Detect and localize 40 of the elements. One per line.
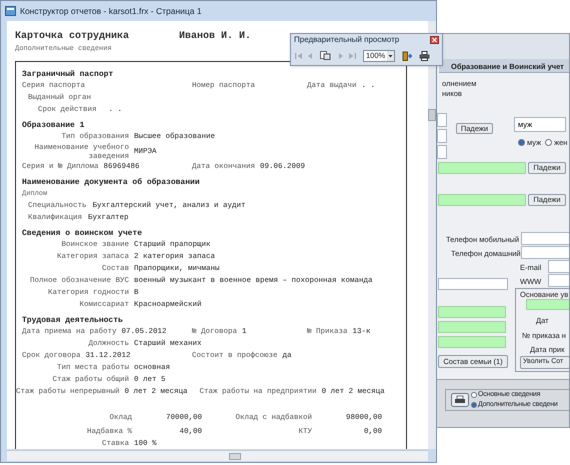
input-field[interactable] — [438, 194, 526, 206]
input-field[interactable] — [521, 246, 569, 259]
section-heading: Заграничный паспорт — [22, 68, 114, 80]
radio-button[interactable] — [518, 139, 525, 146]
input-field[interactable] — [526, 299, 569, 310]
report-title: Карточка сотрудника — [15, 30, 130, 44]
exit-icon[interactable] — [402, 50, 412, 60]
scroll-thumb[interactable] — [428, 109, 436, 121]
input-field[interactable] — [438, 162, 526, 174]
input-field[interactable] — [438, 306, 506, 318]
scroll-thumb[interactable] — [229, 453, 241, 460]
section-heading: Сведения о воинском учете — [22, 228, 142, 240]
first-page-icon[interactable] — [295, 52, 303, 60]
input-field[interactable] — [437, 129, 447, 143]
caret-icon[interactable] — [387, 50, 394, 60]
print-button[interactable] — [451, 393, 469, 407]
section-heading: Наименование документа об образовании — [22, 176, 200, 188]
printer-icon[interactable] — [419, 50, 430, 60]
section-heading: Образование 1 — [22, 120, 84, 132]
radio-button[interactable] — [545, 139, 552, 146]
horizontal-scrollbar[interactable] — [7, 450, 428, 461]
pages-icon[interactable] — [320, 51, 331, 60]
input-field[interactable] — [438, 321, 506, 333]
input-field[interactable] — [548, 274, 569, 287]
last-page-icon[interactable] — [348, 52, 356, 60]
toolbar-title: Предварительный просмотр — [294, 34, 400, 46]
input-field[interactable] — [521, 232, 569, 245]
input-field[interactable] — [437, 113, 447, 127]
section-heading: Трудовая деятельность — [22, 314, 123, 326]
input-field[interactable] — [438, 278, 508, 290]
employee-name: Иванов И. И. — [179, 30, 252, 44]
window-title: Конструктор отчетов - karsot1.frx - Страница 1 — [20, 4, 202, 18]
input-field[interactable] — [437, 145, 447, 159]
app-icon — [5, 6, 16, 16]
previous-page-icon[interactable] — [307, 52, 313, 60]
next-page-icon[interactable] — [338, 52, 344, 60]
vertical-scrollbar[interactable] — [428, 21, 436, 449]
input-field[interactable] — [548, 260, 569, 273]
close-icon[interactable] — [430, 36, 439, 44]
input-field[interactable] — [438, 336, 506, 348]
